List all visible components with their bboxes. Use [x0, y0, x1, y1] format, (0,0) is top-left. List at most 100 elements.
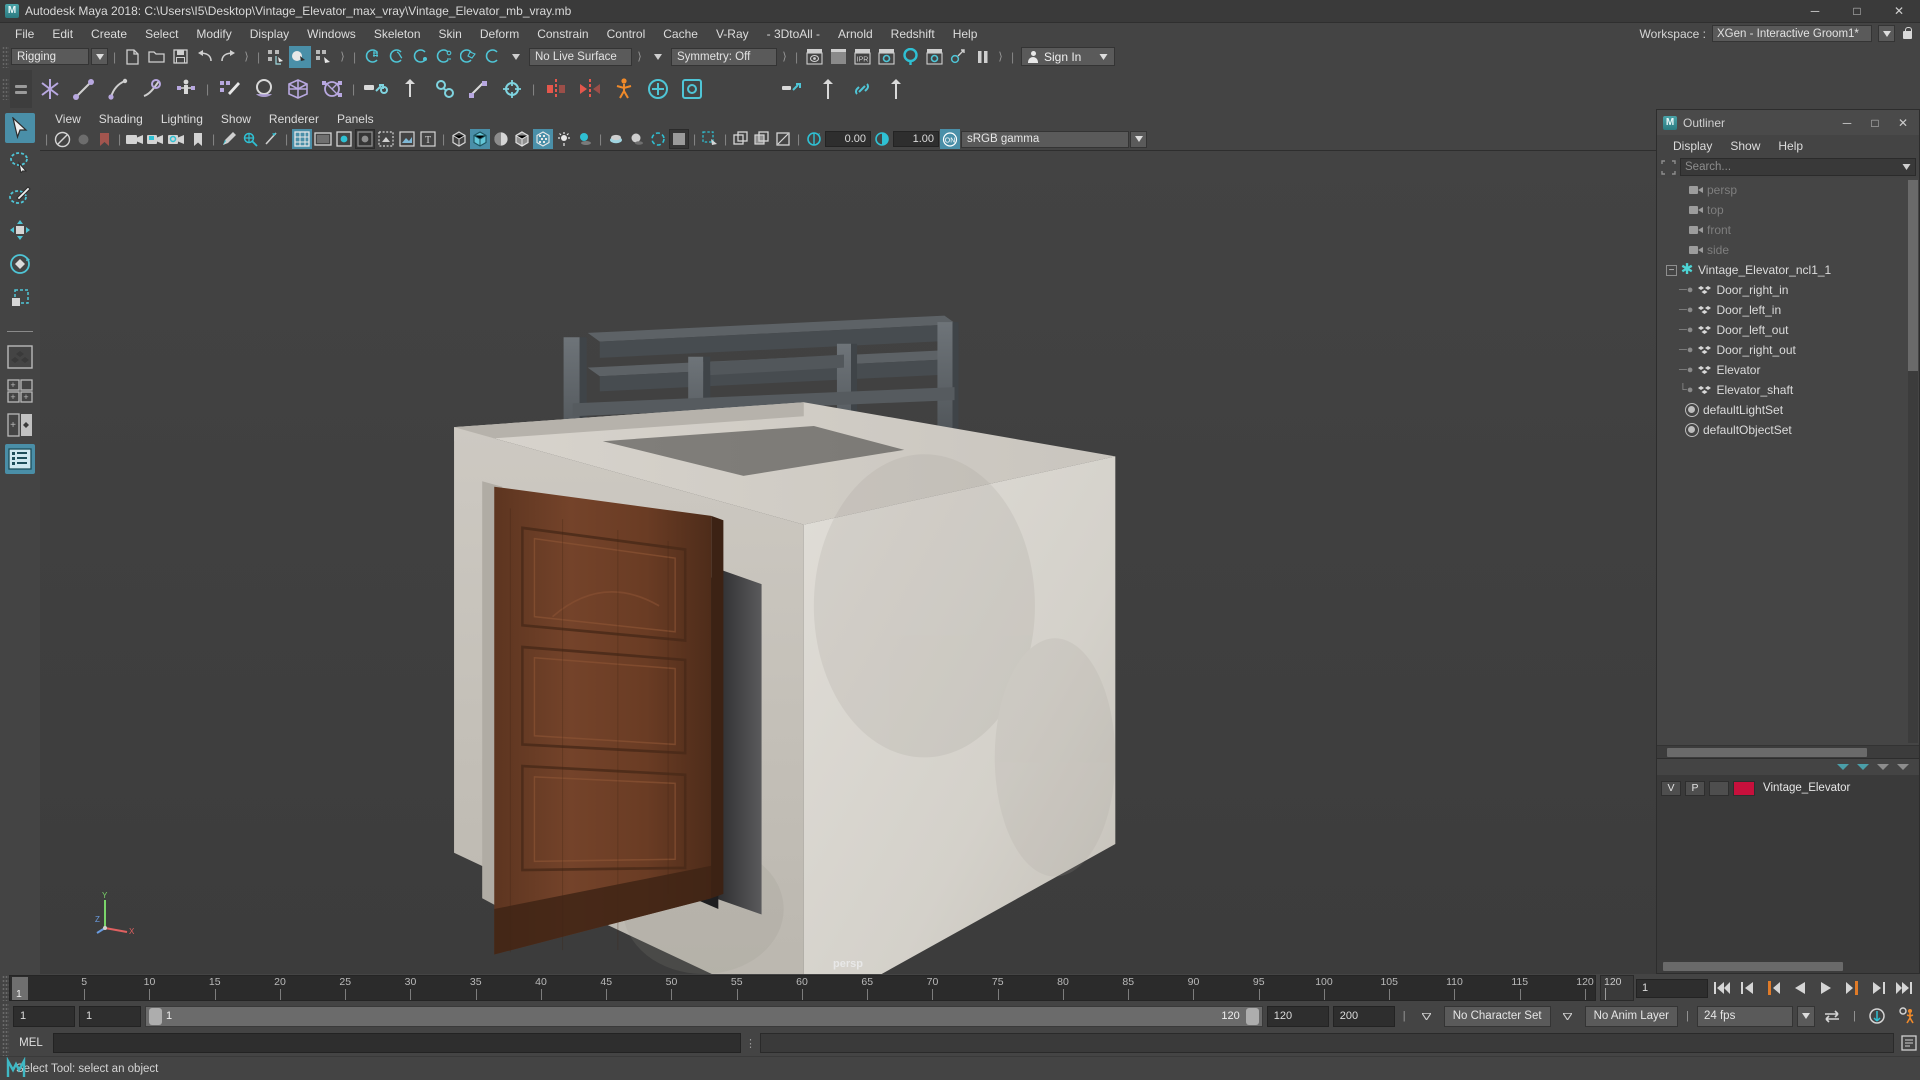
layer-list[interactable]: V P Vintage_Elevator [1657, 775, 1919, 960]
layout-outliner-persp-icon[interactable] [5, 444, 35, 474]
outliner-item-door-left-in[interactable]: ─● Door_left_in [1657, 300, 1919, 320]
shelf-mirror-skin-icon[interactable] [573, 72, 606, 106]
render-sequence-icon[interactable] [827, 46, 849, 68]
isolate-select-icon[interactable] [700, 129, 720, 149]
menu-3dtoall[interactable]: - 3DtoAll - [758, 25, 829, 43]
play-backwards-button[interactable] [1788, 977, 1812, 999]
xray-joints-icon[interactable] [397, 129, 417, 149]
shelf-paint-weights-icon[interactable] [213, 72, 246, 106]
camera-settings-icon[interactable] [167, 129, 187, 149]
symmetry-chevron-down-icon[interactable] [647, 46, 669, 68]
shelf-mirror-joint-icon[interactable] [539, 72, 572, 106]
layout-two-pane-icon[interactable]: + [5, 410, 35, 440]
anim-layer-chevron-down-icon[interactable] [1555, 1006, 1581, 1027]
open-scene-icon[interactable] [145, 46, 167, 68]
layer-horizontal-scrollbar[interactable] [1657, 960, 1919, 973]
shelf-joint-icon[interactable] [33, 72, 66, 106]
color-management-toggle-icon[interactable] [669, 129, 689, 149]
outliner-menu-show[interactable]: Show [1722, 138, 1768, 154]
isolate-select-remove-icon[interactable] [752, 129, 772, 149]
render-current-frame-icon[interactable] [803, 46, 825, 68]
close-button[interactable]: ✕ [1878, 0, 1920, 23]
viewport-menu-panels[interactable]: Panels [328, 111, 383, 127]
shade-all-items-icon[interactable] [491, 129, 511, 149]
script-editor-icon[interactable] [1898, 1032, 1920, 1054]
color-management-chevron-down-icon[interactable] [1130, 130, 1147, 148]
shelf-human-ik-icon[interactable] [607, 72, 640, 106]
outliner-menu-display[interactable]: Display [1665, 138, 1720, 154]
outliner-item-top[interactable]: top [1657, 200, 1919, 220]
viewport-menu-renderer[interactable]: Renderer [260, 111, 328, 127]
step-forward-frame-button[interactable] [1840, 977, 1864, 999]
outliner-menu-help[interactable]: Help [1770, 138, 1811, 154]
time-slider-track[interactable]: 1 5 10 15 20 25 30 35 40 45 50 55 60 65 70 75 80 85 90 95 1… [9, 975, 1596, 1001]
outliner-item-door-right-out[interactable]: ─● Door_right_out [1657, 340, 1919, 360]
shelf-up-arrow-2-icon[interactable] [879, 72, 912, 106]
menu-set-chevron-down-icon[interactable] [91, 48, 108, 65]
menu-cache[interactable]: Cache [654, 25, 707, 43]
animation-preferences-icon[interactable] [1894, 1004, 1920, 1028]
play-forwards-button[interactable] [1814, 977, 1838, 999]
shelf-deform-handle-icon[interactable] [777, 72, 810, 106]
menu-arnold[interactable]: Arnold [829, 25, 882, 43]
character-set-select[interactable]: No Character Set [1443, 1005, 1551, 1027]
layer-row[interactable]: V P Vintage_Elevator [1661, 779, 1915, 797]
select-component-icon[interactable] [313, 46, 335, 68]
texture-display-icon[interactable] [533, 129, 553, 149]
make-live-icon[interactable] [481, 46, 503, 68]
command-line-grip[interactable] [2, 1030, 9, 1056]
shelf-link-icon[interactable] [845, 72, 878, 106]
symmetry-field[interactable]: Symmetry: Off [671, 47, 777, 66]
shelf-ik-handle-icon[interactable] [67, 72, 100, 106]
outliner-search-input[interactable]: Search... [1680, 158, 1916, 176]
scrollbar-thumb[interactable] [1663, 962, 1843, 971]
snap-grid-icon[interactable] [361, 46, 383, 68]
shelf-orient-constraint-icon[interactable] [427, 72, 460, 106]
menu-help[interactable]: Help [944, 25, 987, 43]
bookmark-icon[interactable] [94, 129, 114, 149]
scrollbar-thumb[interactable] [1908, 180, 1918, 372]
resolution-gate-icon[interactable] [334, 129, 354, 149]
layer-move-bottom-icon[interactable] [1897, 764, 1909, 770]
outliner-item-default-object-set[interactable]: defaultObjectSet [1657, 420, 1919, 440]
new-scene-icon[interactable] [121, 46, 143, 68]
search-chevron-down-icon[interactable] [1902, 163, 1911, 172]
smooth-shade-all-icon[interactable] [470, 129, 490, 149]
select-camera-icon[interactable] [52, 129, 72, 149]
snap-curve-icon[interactable] [385, 46, 407, 68]
camera-attributes-icon[interactable] [73, 129, 93, 149]
rotate-tool-icon[interactable] [5, 249, 35, 279]
layer-move-top-icon[interactable] [1837, 764, 1849, 770]
viewport-menu-view[interactable]: View [46, 111, 90, 127]
layer-visibility-toggle[interactable]: V [1661, 780, 1681, 796]
shelf-lattice-icon[interactable] [281, 72, 314, 106]
outliner-item-door-right-in[interactable]: ─● Door_right_in [1657, 280, 1919, 300]
menu-file[interactable]: File [6, 25, 43, 43]
ipr-render-icon[interactable]: IPR [851, 46, 873, 68]
menu-deform[interactable]: Deform [471, 25, 528, 43]
exposure-field[interactable]: 0.00 [825, 131, 871, 147]
layer-move-down-icon[interactable] [1877, 764, 1889, 770]
shelf-bind-skin-icon[interactable] [169, 72, 202, 106]
outliner-item-side[interactable]: side [1657, 240, 1919, 260]
save-scene-icon[interactable] [169, 46, 191, 68]
outliner-item-door-left-out[interactable]: ─● Door_left_out [1657, 320, 1919, 340]
move-tool-icon[interactable] [5, 215, 35, 245]
menu-select[interactable]: Select [136, 25, 187, 43]
viewport-menu-lighting[interactable]: Lighting [152, 111, 212, 127]
anti-aliasing-icon[interactable] [648, 129, 668, 149]
menu-edit[interactable]: Edit [43, 25, 82, 43]
shelf-cluster-icon[interactable] [315, 72, 348, 106]
outliner-minimize-button[interactable]: ─ [1833, 110, 1861, 135]
scale-tool-icon[interactable] [5, 283, 35, 313]
step-back-frame-button[interactable] [1762, 977, 1786, 999]
isolate-select-add-icon[interactable] [731, 129, 751, 149]
select-tool-icon[interactable] [5, 113, 35, 143]
selection-bracket-icon[interactable] [1660, 159, 1677, 176]
step-forward-keyframe-button[interactable] [1866, 977, 1890, 999]
xray-active-components-icon[interactable]: T [418, 129, 438, 149]
menu-windows[interactable]: Windows [298, 25, 365, 43]
use-all-lights-icon[interactable] [554, 129, 574, 149]
shelf-aim-constraint-icon[interactable] [495, 72, 528, 106]
range-slider-track[interactable]: 1 120 [145, 1005, 1263, 1027]
